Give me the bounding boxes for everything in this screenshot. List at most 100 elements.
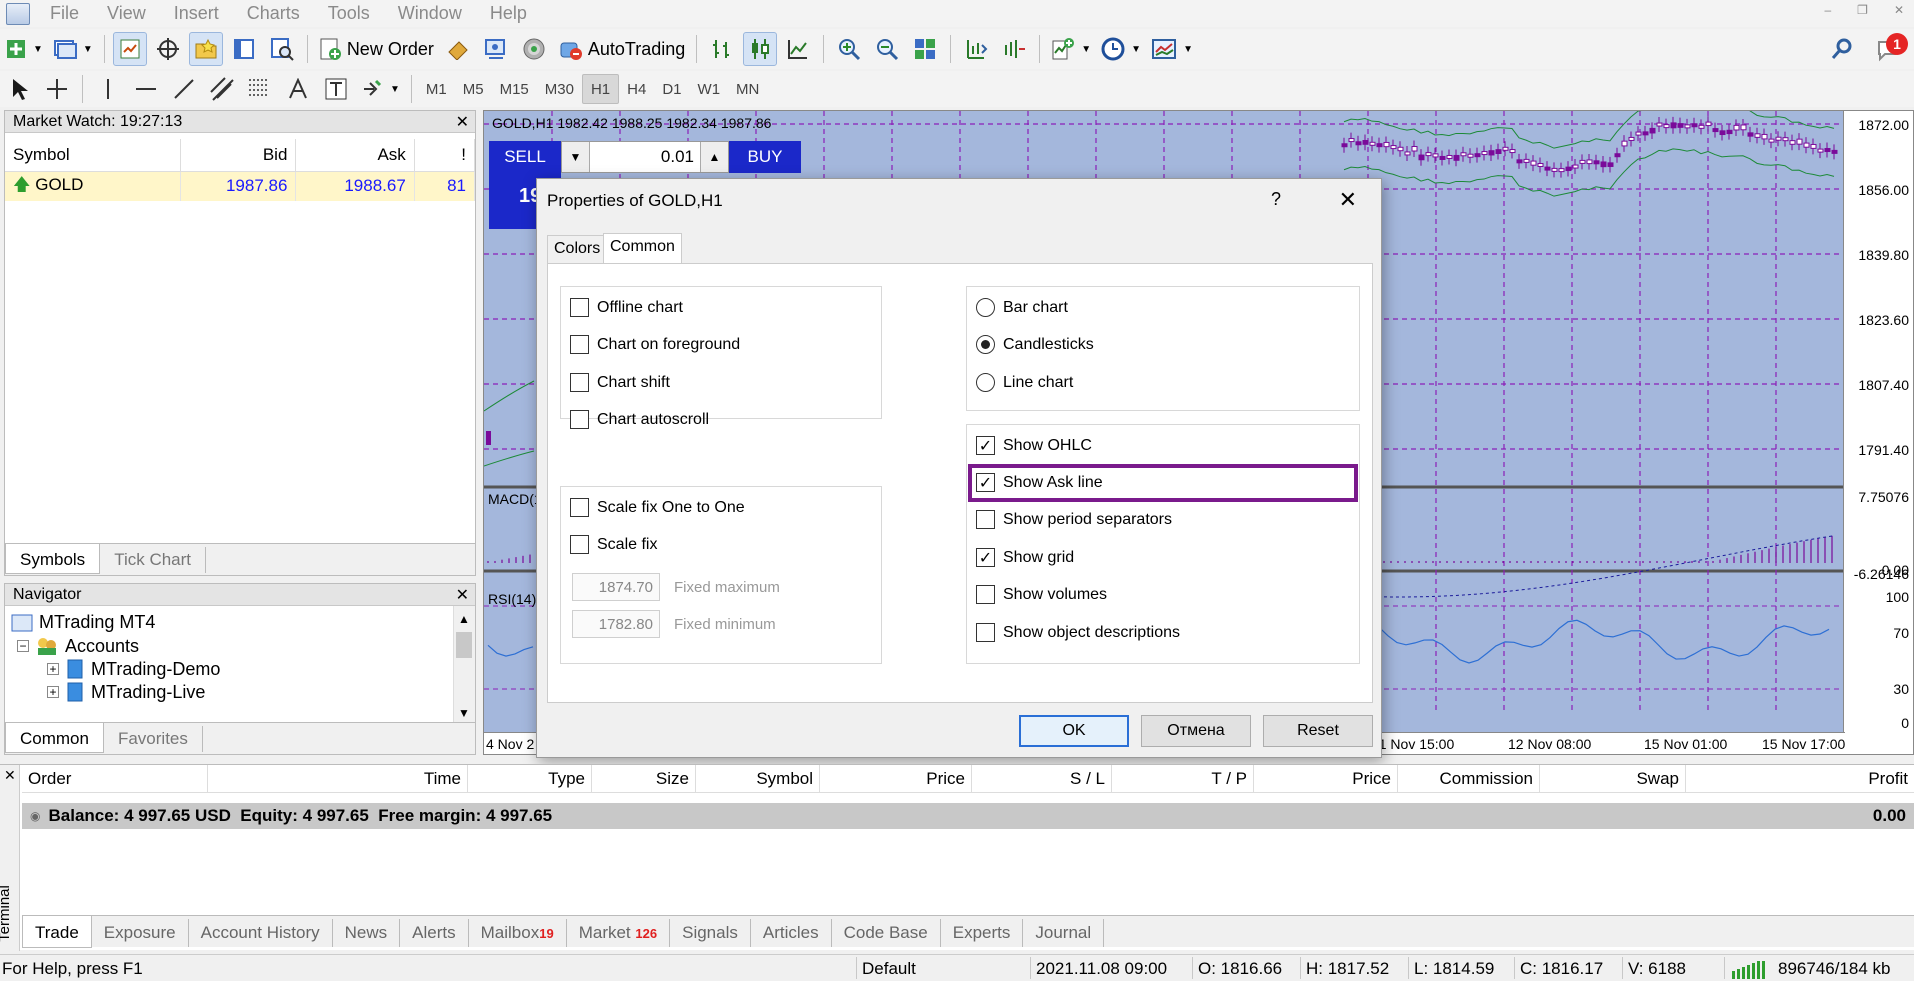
show-period-separators-option[interactable]: Show period separators: [976, 510, 1172, 529]
fixed-maximum-input[interactable]: 1874.70: [572, 573, 660, 601]
meta-editor-button[interactable]: [441, 32, 475, 66]
templates-button[interactable]: ▼: [1148, 32, 1196, 66]
close-icon[interactable]: ✕: [4, 767, 16, 784]
fibonacci-tool[interactable]: [243, 72, 277, 106]
col-symbol[interactable]: Symbol: [696, 765, 820, 793]
indicators-button[interactable]: ▼: [1048, 32, 1094, 66]
notifications-button[interactable]: 1: [1876, 33, 1908, 63]
tab-colors[interactable]: Colors: [547, 235, 608, 263]
timeframe-h4[interactable]: H4: [619, 74, 654, 104]
navigator-scrollbar[interactable]: ▲ ▼: [453, 606, 475, 724]
menu-view[interactable]: View: [107, 3, 146, 24]
chart-shift-button[interactable]: [997, 32, 1031, 66]
balance-row[interactable]: ◉ Balance: 4 997.65 USD Equity: 4 997.65…: [22, 803, 1914, 829]
help-icon[interactable]: ?: [1271, 189, 1281, 210]
tab-journal[interactable]: Journal: [1023, 919, 1105, 947]
timeframe-m15[interactable]: M15: [492, 74, 537, 104]
scroll-up-icon[interactable]: ▲: [458, 612, 470, 626]
radio-button[interactable]: [976, 373, 995, 392]
tree-accounts[interactable]: − Accounts: [17, 635, 139, 657]
trendline-tool[interactable]: [167, 72, 201, 106]
scroll-down-icon[interactable]: ▼: [458, 706, 470, 720]
cursor-tool[interactable]: [2, 72, 36, 106]
checkbox[interactable]: [570, 298, 589, 317]
vertical-line-tool[interactable]: [91, 72, 125, 106]
tab-common[interactable]: Common: [5, 723, 104, 753]
candlesticks-option[interactable]: Candlesticks: [976, 335, 1094, 354]
scale-fix-option[interactable]: Scale fix: [570, 535, 657, 554]
checkbox[interactable]: [976, 510, 995, 529]
chart-autoscroll-option[interactable]: Chart autoscroll: [570, 410, 709, 429]
checkbox[interactable]: [976, 623, 995, 642]
reset-button[interactable]: Reset: [1263, 715, 1373, 747]
terminal-toggle[interactable]: [227, 32, 261, 66]
timeframe-m30[interactable]: M30: [537, 74, 582, 104]
expand-icon[interactable]: +: [47, 662, 59, 676]
col-size[interactable]: Size: [592, 765, 696, 793]
tab-market[interactable]: Market 126: [567, 919, 671, 947]
timeframe-d1[interactable]: D1: [654, 74, 689, 104]
col-price[interactable]: Price: [820, 765, 972, 793]
lot-decrease-icon[interactable]: ▼: [562, 142, 590, 172]
scroll-thumb[interactable]: [456, 632, 472, 658]
col-tp[interactable]: T / P: [1112, 765, 1254, 793]
timeframe-m1[interactable]: M1: [418, 74, 455, 104]
close-icon[interactable]: ✕: [456, 585, 469, 605]
checkbox-checked[interactable]: ✓: [976, 548, 995, 567]
tab-code-base[interactable]: Code Base: [832, 919, 941, 947]
show-object-descriptions-option[interactable]: Show object descriptions: [976, 623, 1180, 642]
sell-button[interactable]: SELL: [489, 141, 561, 173]
collapse-icon[interactable]: −: [17, 639, 29, 653]
new-chart-button[interactable]: ▼: [2, 32, 46, 66]
text-label-tool[interactable]: [319, 72, 353, 106]
chart-on-foreground-option[interactable]: Chart on foreground: [570, 335, 740, 354]
profiles-button[interactable]: ▼: [50, 32, 96, 66]
autoscroll-button[interactable]: [959, 32, 993, 66]
tab-account-history[interactable]: Account History: [189, 919, 333, 947]
menu-insert[interactable]: Insert: [174, 3, 219, 24]
equidistant-channel-tool[interactable]: [205, 72, 239, 106]
data-window-button[interactable]: [151, 32, 185, 66]
col-time[interactable]: Time: [208, 765, 468, 793]
expand-icon[interactable]: +: [47, 685, 59, 699]
cancel-button[interactable]: Отмена: [1141, 715, 1251, 747]
restore-icon[interactable]: ❐: [1857, 3, 1868, 17]
tile-windows-button[interactable]: [908, 32, 942, 66]
scale-fix-one-to-one-option[interactable]: Scale fix One to One: [570, 498, 745, 517]
zoom-out-button[interactable]: [870, 32, 904, 66]
tab-articles[interactable]: Articles: [751, 919, 832, 947]
bar-chart-option[interactable]: Bar chart: [976, 298, 1068, 317]
tab-common[interactable]: Common: [603, 233, 682, 263]
radio-button[interactable]: [976, 298, 995, 317]
menu-charts[interactable]: Charts: [247, 3, 300, 24]
timeframe-mn[interactable]: MN: [728, 74, 767, 104]
tree-root[interactable]: MTrading MT4: [11, 612, 155, 633]
radio-button-selected[interactable]: [976, 335, 995, 354]
tab-trade[interactable]: Trade: [22, 916, 92, 948]
show-grid-option[interactable]: ✓ Show grid: [976, 548, 1074, 567]
market-watch-toggle[interactable]: [112, 32, 147, 66]
checkbox[interactable]: [570, 535, 589, 554]
tree-live[interactable]: + MTrading-Live: [47, 681, 205, 703]
table-row[interactable]: 🡅 GOLD 1987.86 1988.67 81: [5, 171, 476, 201]
show-ohlc-option[interactable]: ✓ Show OHLC: [976, 436, 1092, 455]
menu-tools[interactable]: Tools: [328, 3, 370, 24]
minimize-icon[interactable]: –: [1824, 3, 1831, 17]
checkbox-checked[interactable]: ✓: [976, 436, 995, 455]
tree-demo[interactable]: + MTrading-Demo: [47, 658, 220, 680]
tab-news[interactable]: News: [333, 919, 401, 947]
offline-chart-option[interactable]: Offline chart: [570, 298, 683, 317]
col-type[interactable]: Type: [468, 765, 592, 793]
signals-button[interactable]: [517, 32, 551, 66]
menu-help[interactable]: Help: [490, 3, 527, 24]
zoom-in-button[interactable]: [832, 32, 866, 66]
tab-exposure[interactable]: Exposure: [92, 919, 189, 947]
text-tool[interactable]: [281, 72, 315, 106]
tab-signals[interactable]: Signals: [670, 919, 751, 947]
fixed-minimum-input[interactable]: 1782.80: [572, 610, 660, 638]
col-sl[interactable]: S / L: [972, 765, 1112, 793]
col-spread[interactable]: !: [414, 139, 476, 172]
close-icon[interactable]: ✕: [1339, 187, 1357, 213]
close-window-icon[interactable]: ✕: [1894, 3, 1904, 17]
periods-button[interactable]: ▼: [1098, 32, 1144, 66]
